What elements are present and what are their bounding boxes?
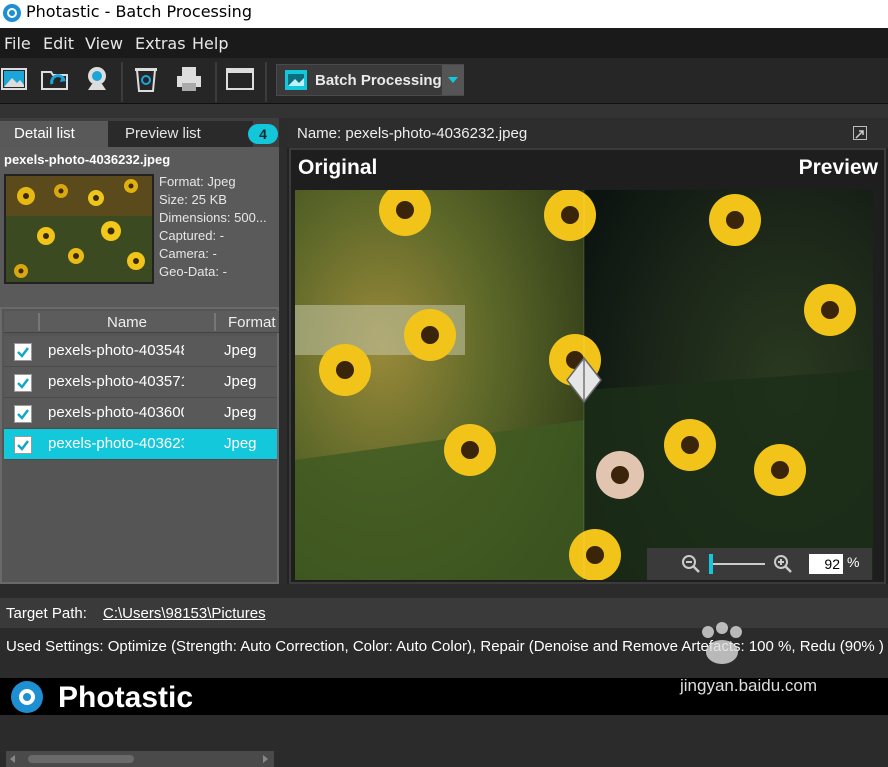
print-button[interactable] (174, 64, 206, 98)
column-format-header[interactable]: Format (228, 314, 276, 331)
toolbar-divider (0, 104, 888, 118)
zoom-slider-handle[interactable] (709, 554, 713, 574)
menu-view[interactable]: View (85, 34, 123, 53)
row-checkbox[interactable] (14, 405, 32, 423)
table-row[interactable]: pexels-photo-4035485 Jpeg (4, 336, 277, 367)
file-list-panel: Detail list Preview list 4 pexels-photo-… (0, 118, 279, 767)
open-image-button[interactable] (0, 64, 32, 98)
image-icon (1, 68, 27, 90)
zoom-in-icon[interactable] (773, 554, 793, 574)
menu-edit[interactable]: Edit (43, 34, 74, 53)
original-label: Original (298, 156, 378, 179)
window-title: Photastic - Batch Processing (26, 2, 252, 21)
batch-processing-button[interactable]: Batch Processing (276, 64, 464, 96)
menu-extras[interactable]: Extras (135, 34, 186, 53)
header-divider (214, 313, 216, 331)
file-details: pexels-photo-4036232.jpeg Format: Jpeg S… (0, 147, 279, 307)
checkmark-icon (17, 409, 29, 420)
comparison-view: Original Preview 92 % (289, 148, 886, 584)
arrow-right-icon[interactable] (260, 754, 270, 764)
batch-dropdown-button[interactable] (442, 65, 464, 95)
menu-help[interactable]: Help (192, 34, 228, 53)
panel-splitter[interactable] (279, 118, 287, 584)
printer-icon (177, 67, 201, 91)
file-thumbnail (4, 174, 154, 284)
photastic-logo-icon (11, 681, 43, 713)
scrollbar-thumb[interactable] (28, 755, 134, 763)
toolbar: Batch Processing (0, 58, 888, 104)
preview-name-bar: Name: pexels-photo-4036232.jpeg (287, 118, 888, 148)
header-divider (38, 313, 40, 331)
watermark-text: jingyan.baidu.com (680, 676, 818, 695)
toolbar-separator (265, 62, 267, 102)
toolbar-separator (121, 62, 123, 102)
row-filename: pexels-photo-4036008 (48, 404, 184, 421)
folder-icon (41, 71, 68, 90)
target-path-label: Target Path: (6, 605, 87, 622)
row-format: Jpeg (224, 342, 257, 359)
horizontal-scrollbar[interactable] (6, 751, 274, 767)
row-checkbox[interactable] (14, 374, 32, 392)
detail-size: Size: 25 KB (159, 192, 227, 207)
title-bar: Photastic - Batch Processing (0, 0, 888, 28)
table-row-selected[interactable]: pexels-photo-4036232 Jpeg (4, 429, 277, 460)
comparison-image[interactable] (295, 190, 873, 580)
column-name-header[interactable]: Name (107, 314, 147, 331)
detail-geo-data: Geo-Data: - (159, 264, 227, 279)
menu-file[interactable]: File (4, 34, 31, 53)
preview-filename: Name: pexels-photo-4036232.jpeg (297, 125, 528, 142)
row-format: Jpeg (224, 373, 257, 390)
detail-captured: Captured: - (159, 228, 225, 243)
table-row[interactable]: pexels-photo-4035716 Jpeg (4, 367, 277, 398)
trash-icon (135, 68, 157, 92)
row-filename: pexels-photo-4035485 (48, 342, 184, 359)
preview-label: Preview (798, 156, 878, 179)
zoom-out-icon[interactable] (681, 554, 701, 574)
delete-button[interactable] (131, 64, 163, 98)
tab-preview-list[interactable]: Preview list (108, 121, 253, 147)
zoom-control: 92 % (647, 548, 872, 580)
table-row[interactable]: pexels-photo-4036008 Jpeg (4, 398, 277, 429)
chevron-down-icon (448, 77, 458, 83)
expand-icon[interactable] (853, 126, 867, 140)
file-list: Name Format pexels-photo-4035485 Jpeg pe… (0, 307, 279, 767)
checkmark-icon (17, 440, 29, 451)
row-format: Jpeg (224, 404, 257, 421)
preview-panel: Name: pexels-photo-4036232.jpeg Original… (287, 118, 888, 584)
photastic-app-icon (2, 3, 22, 23)
toolbar-separator (215, 62, 217, 102)
detail-format: Format: Jpeg (159, 174, 236, 189)
row-filename: pexels-photo-4036232 (48, 435, 184, 452)
row-format: Jpeg (224, 435, 257, 452)
detail-camera: Camera: - (159, 246, 217, 261)
tab-detail-list[interactable]: Detail list (0, 121, 108, 147)
list-header: Name Format (4, 311, 279, 333)
zoom-input[interactable]: 92 (809, 554, 843, 574)
batch-processing-label: Batch Processing (315, 72, 442, 89)
detail-filename: pexels-photo-4036232.jpeg (4, 152, 171, 167)
open-folder-button[interactable] (40, 64, 72, 98)
target-path-link[interactable]: C:\Users\98153\Pictures (103, 605, 266, 622)
zoom-slider[interactable] (709, 563, 765, 565)
batch-icon (285, 70, 307, 90)
row-checkbox[interactable] (14, 343, 32, 361)
webcam-icon (88, 67, 106, 90)
row-checkbox[interactable] (14, 436, 32, 454)
webcam-button[interactable] (82, 64, 114, 98)
arrow-left-icon[interactable] (8, 754, 18, 764)
row-filename: pexels-photo-4035716 (48, 373, 184, 390)
brand-logo-text: Photastic (58, 681, 194, 714)
fullscreen-button[interactable] (225, 64, 257, 98)
file-count-badge: 4 (248, 124, 278, 144)
checkmark-icon (17, 347, 29, 358)
window-icon (226, 68, 254, 90)
menu-bar: File Edit View Extras Help (0, 28, 888, 58)
checkmark-icon (17, 378, 29, 389)
baidu-watermark-icon (702, 622, 742, 664)
detail-dimensions: Dimensions: 500... (159, 210, 267, 225)
zoom-unit: % (847, 554, 860, 570)
